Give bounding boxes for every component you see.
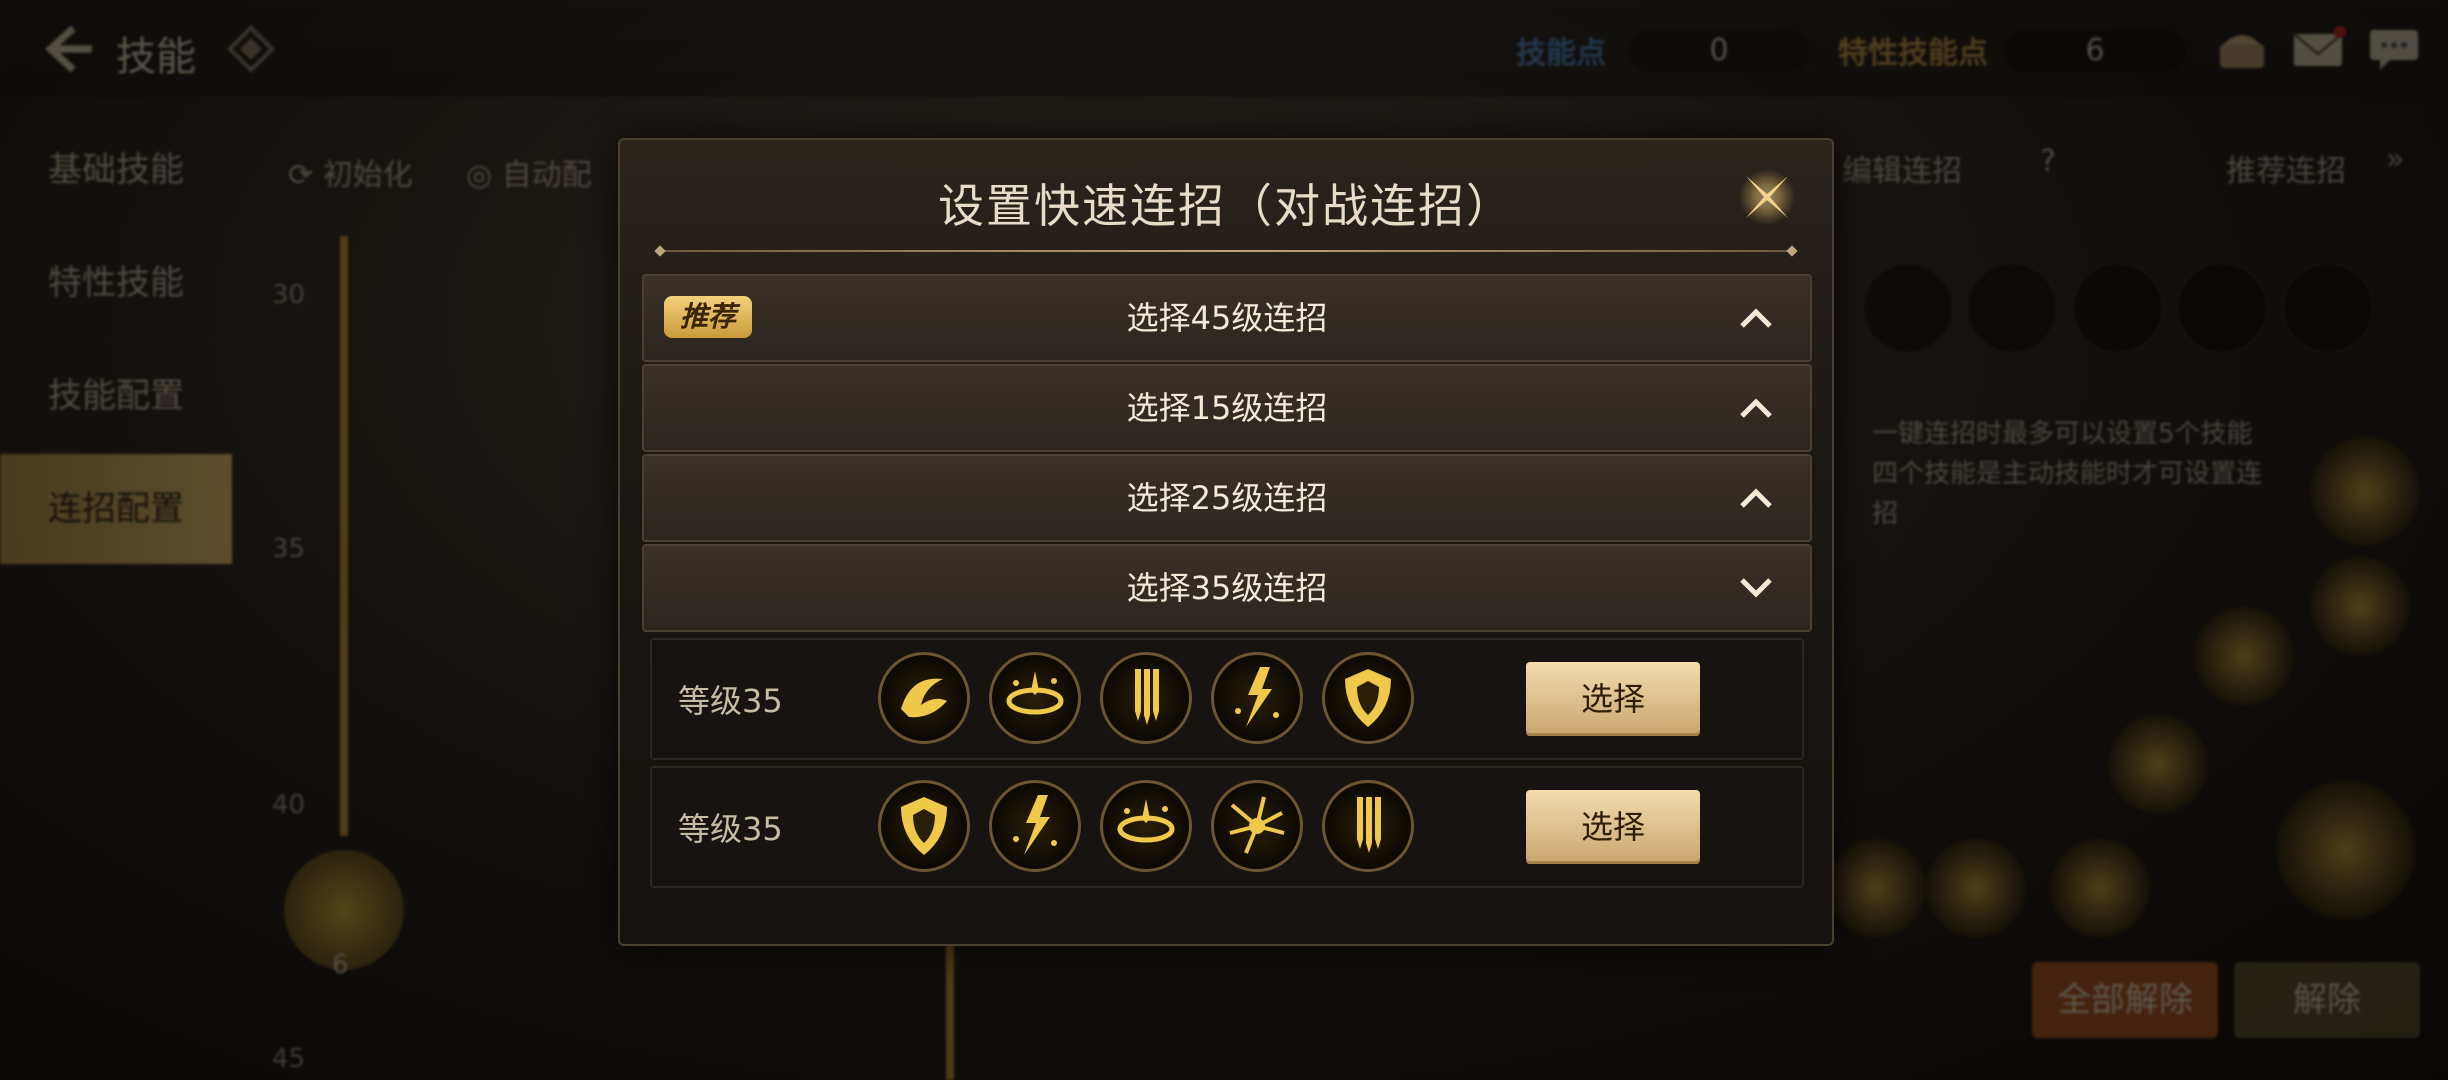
- section-label: 选择45级连招: [1126, 299, 1328, 337]
- ring-burst-icon: [989, 652, 1081, 744]
- lightning-strike-icon: [1211, 652, 1303, 744]
- quick-combo-dialog: 设置快速连招（对战连招） 推荐 选择45级连招 选择15级连招 选择25级连招 …: [618, 138, 1834, 946]
- section-label: 选择15级连招: [1126, 389, 1328, 427]
- combo-option-row: 等级35 选择: [650, 638, 1804, 760]
- title-divider: [660, 250, 1792, 252]
- dialog-title: 设置快速连招（对战连招）: [938, 179, 1514, 233]
- section-label: 选择35级连招: [1126, 569, 1328, 607]
- combo-level: 等级35: [678, 810, 783, 848]
- select-combo-button[interactable]: 选择: [1526, 790, 1700, 864]
- chevron-up-icon: [1740, 398, 1772, 418]
- falling-swords-icon: [1322, 780, 1414, 872]
- section-level-15[interactable]: 选择15级连招: [642, 364, 1812, 452]
- chevron-up-icon: [1740, 488, 1772, 508]
- combo-option-row: 等级35 选择: [650, 766, 1804, 888]
- chevron-up-icon: [1740, 308, 1772, 328]
- section-level-35[interactable]: 选择35级连招: [642, 544, 1812, 632]
- swirl-slash-icon: [878, 652, 970, 744]
- section-label: 选择25级连招: [1126, 479, 1328, 517]
- shield-icon: [878, 780, 970, 872]
- ring-burst-icon: [1100, 780, 1192, 872]
- select-combo-button[interactable]: 选择: [1526, 662, 1700, 736]
- section-level-25[interactable]: 选择25级连招: [642, 454, 1812, 542]
- falling-swords-icon: [1100, 652, 1192, 744]
- radiant-burst-icon: [1211, 780, 1303, 872]
- combo-level: 等级35: [678, 682, 783, 720]
- shield-icon: [1322, 652, 1414, 744]
- lightning-strike-icon: [989, 780, 1081, 872]
- section-level-45[interactable]: 推荐 选择45级连招: [642, 274, 1812, 362]
- chevron-down-icon: [1740, 578, 1772, 598]
- close-icon[interactable]: [1734, 164, 1800, 230]
